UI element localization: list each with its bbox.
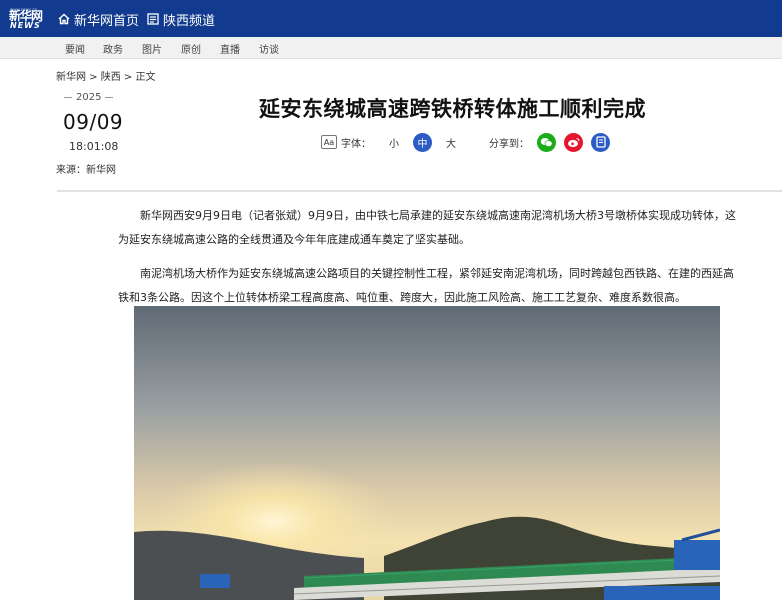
article-paragraph: 南泥湾机场大桥作为延安东绕城高速公路项目的关键控制性工程，紧邻延安南泥湾机场，同… [118,267,734,304]
font-size-icon: Aa [321,135,337,149]
year-dash-left [64,97,72,98]
channel-item-interview[interactable]: 访谈 [259,41,279,56]
year-text: 2025 [76,92,102,103]
top-bar: www.news.cn 新华网 NEWS 新华网首页 陕西频道 [0,0,782,37]
app-icon[interactable] [591,132,610,152]
header-divider [57,190,782,192]
wechat-icon[interactable] [537,132,556,152]
font-large-button[interactable]: 大 [446,135,456,150]
xinhua-logo[interactable]: www.news.cn 新华网 NEWS [9,7,45,31]
font-size-label: 字体： [341,138,371,150]
page-title: 延安东绕城高速跨铁桥转体施工顺利完成 [259,97,646,121]
nav-home[interactable]: 新华网首页 [58,11,140,29]
date-year: 2025 [64,92,114,103]
share-label: 分享到： [489,138,529,150]
font-share-bar: Aa 字体： 小 中 大 分享到： [321,132,610,152]
date-month-day: 09/09 [63,110,124,134]
nav-shaanxi-label: 陕西频道 [163,13,216,29]
home-icon [58,13,70,25]
channel-icon [147,13,159,25]
year-dash-right [105,97,114,98]
font-small-button[interactable]: 小 [389,135,399,150]
weibo-icon[interactable] [564,132,583,152]
channel-item-live[interactable]: 直播 [220,41,240,56]
logo-news: NEWS [10,21,41,30]
date-time: 18:01:08 [69,140,119,153]
channel-item-government[interactable]: 政务 [103,41,123,56]
article-photo [134,306,720,600]
channel-item-original[interactable]: 原创 [181,41,201,56]
channel-item-news[interactable]: 要闻 [65,41,85,56]
bridge-photo-illustration [134,306,720,600]
nav-shaanxi[interactable]: 陕西频道 [147,11,216,29]
channel-item-photos[interactable]: 图片 [142,41,162,56]
source: 来源：新华网 [56,165,116,176]
nav-home-label: 新华网首页 [74,13,140,29]
article-paragraph: 新华网西安9月9日电（记者张斌）9月9日，由中铁七局承建的延安东绕城高速南泥湾机… [118,209,736,246]
breadcrumb[interactable]: 新华网 > 陕西 > 正文 [56,68,155,83]
channel-nav: 要闻 政务 图片 原创 直播 访谈 [0,37,782,59]
font-medium-button[interactable]: 中 [413,132,432,152]
